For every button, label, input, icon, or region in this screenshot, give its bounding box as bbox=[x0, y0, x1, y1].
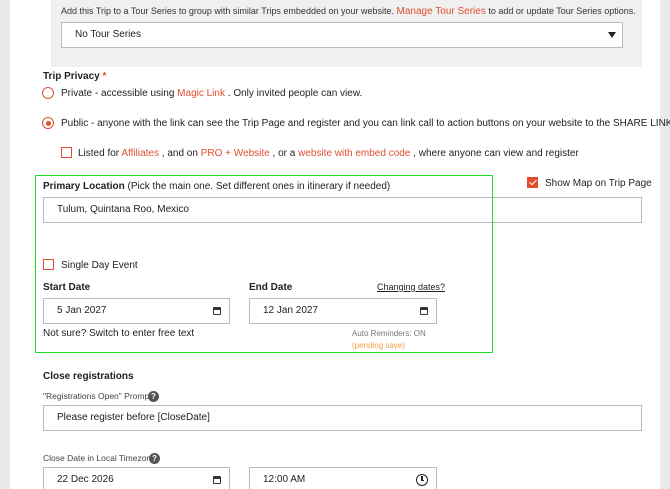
listed-mid2: , or a bbox=[272, 148, 296, 159]
privacy-public-radio[interactable] bbox=[42, 117, 54, 129]
embed-code-link[interactable]: website with embed code bbox=[298, 148, 410, 159]
privacy-private-suffix: . Only invited people can view. bbox=[227, 88, 363, 99]
tour-series-selected: No Tour Series bbox=[75, 29, 141, 40]
close-date-value: 22 Dec 2026 bbox=[57, 474, 114, 485]
close-time-input[interactable]: 12:00 AM bbox=[249, 467, 437, 489]
listed-label: Listed for Affiliates , and on PRO + Web… bbox=[78, 148, 579, 159]
magic-link[interactable]: Magic Link bbox=[177, 88, 225, 99]
listed-checkbox[interactable] bbox=[61, 147, 72, 158]
registrations-prompt-label: "Registrations Open" Prompt bbox=[43, 391, 152, 401]
close-time-value: 12:00 AM bbox=[263, 474, 306, 485]
tour-series-select[interactable]: No Tour Series bbox=[61, 22, 623, 48]
privacy-public-label: Public - anyone with the link can see th… bbox=[61, 118, 670, 129]
pro-website-link[interactable]: PRO + Website bbox=[201, 148, 270, 159]
registrations-prompt-input[interactable]: Please register before [CloseDate] bbox=[43, 405, 642, 431]
manage-tour-series-link[interactable]: Manage Tour Series bbox=[397, 6, 486, 17]
close-date-input[interactable]: 22 Dec 2026 bbox=[43, 467, 230, 489]
help-icon[interactable]: ? bbox=[149, 453, 160, 464]
trip-privacy-label: Trip Privacy * bbox=[43, 71, 106, 82]
required-mark: * bbox=[102, 71, 107, 82]
registrations-prompt-value: Please register before [CloseDate] bbox=[57, 412, 210, 423]
tour-series-help: Add this Trip to a Tour Series to group … bbox=[61, 6, 636, 17]
trip-privacy-label-text: Trip Privacy bbox=[43, 71, 100, 82]
close-date-label: Close Date in Local Timezone bbox=[43, 453, 156, 463]
listed-mid1: , and on bbox=[161, 148, 198, 159]
listed-suffix: , where anyone can view and register bbox=[413, 148, 579, 159]
calendar-icon[interactable] bbox=[213, 476, 221, 484]
location-dates-highlight bbox=[35, 175, 493, 353]
tour-series-help-suffix: to add or update Tour Series options. bbox=[488, 6, 636, 16]
listed-prefix: Listed for bbox=[78, 148, 120, 159]
chevron-down-icon bbox=[608, 32, 616, 38]
show-map-checkbox[interactable] bbox=[527, 177, 538, 188]
privacy-private-radio[interactable] bbox=[42, 87, 54, 99]
close-registrations-label: Close registrations bbox=[43, 371, 134, 382]
affiliates-link[interactable]: Affiliates bbox=[121, 148, 159, 159]
privacy-private-label: Private - accessible using Magic Link . … bbox=[61, 88, 362, 99]
clock-icon[interactable] bbox=[416, 474, 428, 486]
tour-series-help-text: Add this Trip to a Tour Series to group … bbox=[61, 6, 394, 16]
help-icon[interactable]: ? bbox=[148, 391, 159, 402]
privacy-private-text: Private - accessible using bbox=[61, 88, 175, 99]
show-map-label: Show Map on Trip Page bbox=[545, 178, 652, 189]
